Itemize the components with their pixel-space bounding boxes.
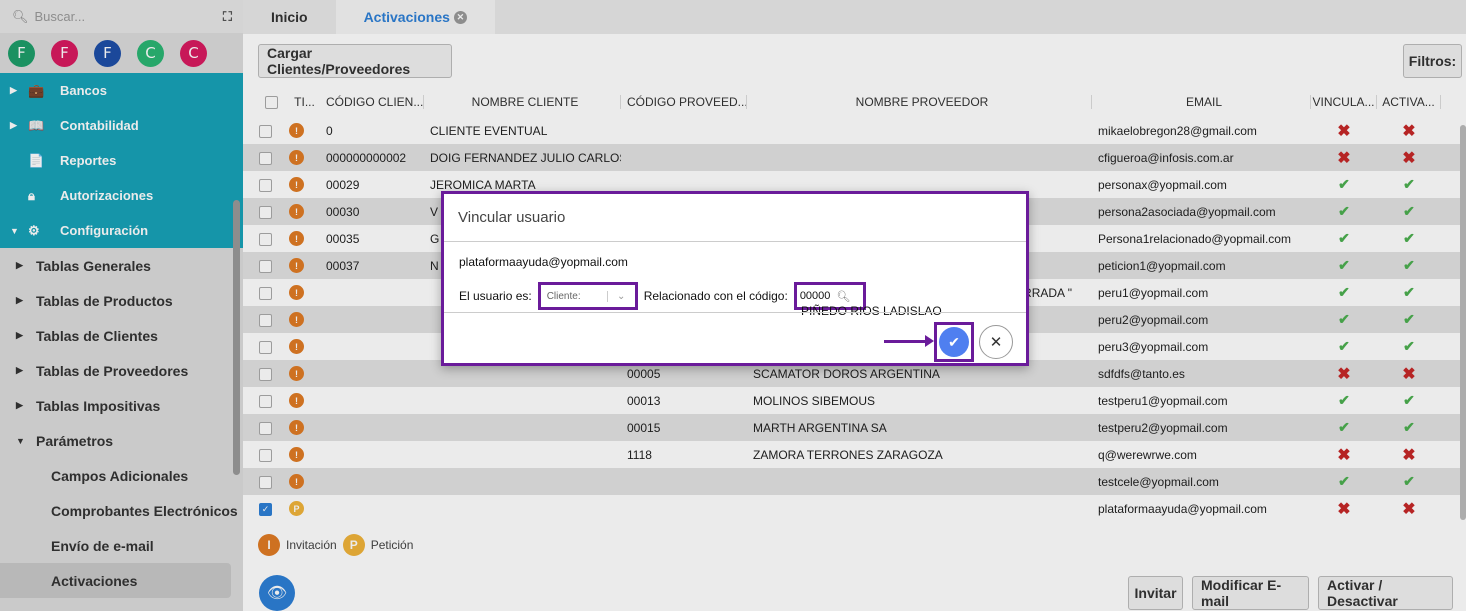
- confirm-button[interactable]: ✔: [934, 322, 974, 362]
- user-type-label: El usuario es:: [459, 289, 532, 303]
- dialog-footer-divider: [444, 312, 1026, 313]
- search-icon[interactable]: 🔍︎: [836, 290, 850, 303]
- code-value: 00000: [799, 290, 831, 302]
- close-icon: ✕: [989, 334, 1003, 351]
- chevron-down-icon: ⌄: [606, 290, 635, 302]
- provider-name: PIÑEDO RIOS LADISLAO: [801, 304, 942, 318]
- related-code-label: Relacionado con el código:: [643, 289, 788, 303]
- check-icon: ✔: [939, 327, 969, 357]
- user-type-select[interactable]: Cliente: ⌄: [537, 282, 638, 310]
- user-type-value: Cliente:: [546, 290, 581, 302]
- link-user-dialog: Vincular usuario plataformaayuda@yopmail…: [441, 191, 1029, 366]
- dialog-email: plataformaayuda@yopmail.com: [459, 255, 628, 269]
- cancel-button[interactable]: ✕: [979, 325, 1013, 359]
- arrow-annotation: [884, 335, 934, 347]
- dialog-title: Vincular usuario: [444, 194, 1026, 242]
